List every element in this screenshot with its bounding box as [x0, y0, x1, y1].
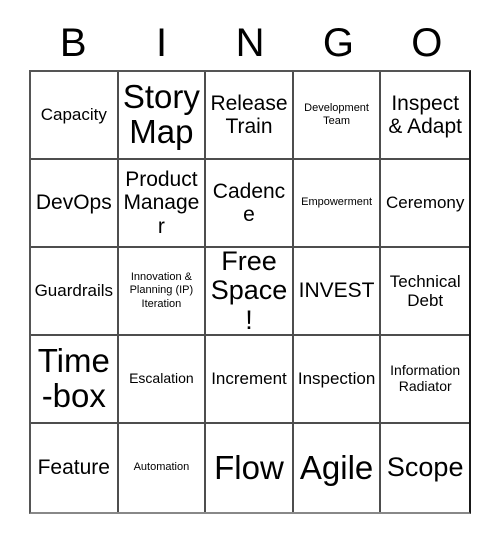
bingo-cell-label: Inspect & Adapt — [388, 91, 462, 138]
bingo-cell[interactable]: Escalation — [118, 336, 207, 424]
bingo-cell[interactable]: Empowerment — [293, 160, 382, 248]
bingo-cell-label: Empowerment — [301, 196, 373, 209]
bingo-cell-label: DevOps — [35, 191, 112, 215]
bingo-cell-label: Cadence — [212, 179, 286, 226]
bingo-cell-label: Product Manager — [123, 168, 200, 238]
bingo-cell[interactable]: Time-box — [31, 336, 119, 424]
bingo-cell-label: Capacity — [40, 105, 107, 125]
bingo-cell[interactable]: Ceremony — [381, 160, 469, 248]
bingo-cell[interactable]: Automation — [119, 424, 207, 512]
bingo-cell[interactable]: Technical Debt — [381, 248, 469, 336]
bingo-cell-label: INVEST — [298, 279, 375, 303]
bingo-cell[interactable]: Scope — [381, 424, 469, 512]
bingo-cell-label: Innovation & Planning (IP) Iteration — [129, 270, 194, 310]
bingo-header-row: B I N G O — [29, 16, 471, 70]
bingo-header-letter-g: G — [322, 21, 354, 65]
bingo-cell[interactable]: Story Map — [118, 72, 207, 160]
bingo-cell-label: Ceremony — [385, 193, 465, 213]
bingo-cell-free-space[interactable]: Free Space! — [206, 248, 294, 336]
bingo-cell-label: Guardrails — [34, 281, 113, 301]
bingo-header-letter-b: B — [59, 21, 87, 65]
bingo-header-letter-n: N — [235, 21, 265, 65]
bingo-header-letter-i: I — [156, 21, 168, 65]
bingo-cell-label: Feature — [37, 456, 110, 480]
bingo-cell[interactable]: Feature — [31, 424, 119, 512]
bingo-cell[interactable]: DevOps — [31, 160, 119, 248]
bingo-cell-label: Free Space! — [210, 248, 288, 335]
bingo-cell[interactable]: Development Team — [293, 72, 382, 160]
bingo-card: B I N G O Capacity Story Map Release Tra… — [0, 0, 500, 544]
bingo-cell[interactable]: Information Radiator — [381, 336, 469, 424]
bingo-cell-label: Increment — [211, 369, 287, 389]
bingo-cell-label: Release Train — [210, 91, 288, 138]
bingo-cell[interactable]: Increment — [206, 336, 294, 424]
bingo-cell[interactable]: Inspection — [293, 336, 382, 424]
bingo-cell[interactable]: Agile — [294, 424, 382, 512]
bingo-cell-label: Flow — [214, 448, 284, 486]
bingo-cell[interactable]: Guardrails — [31, 248, 119, 336]
bingo-cell-label: Information Radiator — [390, 362, 461, 394]
bingo-cell-label: Automation — [133, 461, 190, 474]
bingo-cell-label: Inspection — [297, 369, 376, 389]
bingo-cell[interactable]: Capacity — [31, 72, 119, 160]
bingo-cell-label: Technical Debt — [389, 271, 461, 310]
bingo-cell-label: Time-box — [37, 342, 110, 414]
bingo-cell-label: Story Map — [122, 78, 200, 150]
bingo-cell-label: Escalation — [129, 370, 194, 387]
bingo-cell-label: Development Team — [304, 101, 369, 127]
bingo-cell[interactable]: INVEST — [293, 248, 382, 336]
bingo-cell[interactable]: Cadence — [206, 160, 294, 248]
bingo-cell[interactable]: Innovation & Planning (IP) Iteration — [118, 248, 207, 336]
bingo-cell[interactable]: Inspect & Adapt — [381, 72, 469, 160]
bingo-cell-label: Agile — [299, 448, 374, 486]
bingo-cell-label: Scope — [386, 452, 464, 483]
bingo-header-letter-o: O — [411, 21, 443, 65]
bingo-cell[interactable]: Flow — [206, 424, 294, 512]
bingo-cell[interactable]: Release Train — [206, 72, 294, 160]
bingo-cell[interactable]: Product Manager — [118, 160, 207, 248]
bingo-grid: Capacity Story Map Release Train Develop… — [29, 70, 471, 514]
